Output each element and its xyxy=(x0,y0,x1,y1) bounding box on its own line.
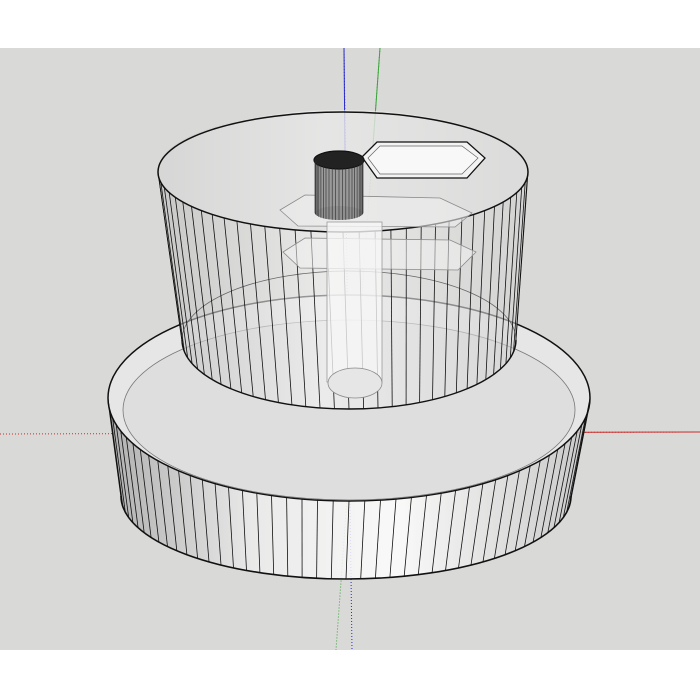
hex-socket-inner xyxy=(367,145,479,175)
center-shaft xyxy=(326,221,383,383)
model-scene[interactable] xyxy=(0,48,700,650)
3d-viewport[interactable] xyxy=(0,48,700,650)
round-bore-top xyxy=(313,150,365,170)
shaft-bottom xyxy=(327,367,383,399)
